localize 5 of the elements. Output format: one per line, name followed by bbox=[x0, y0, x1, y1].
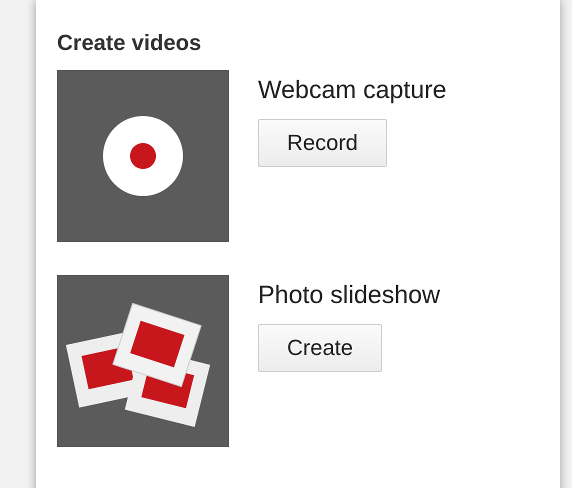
action-button[interactable]: Record bbox=[258, 119, 387, 167]
action-button[interactable]: Create bbox=[258, 324, 382, 372]
section-title: Create videos bbox=[57, 30, 202, 56]
item-label: Webcam capture bbox=[258, 76, 447, 105]
item-label: Photo slideshow bbox=[258, 281, 440, 310]
